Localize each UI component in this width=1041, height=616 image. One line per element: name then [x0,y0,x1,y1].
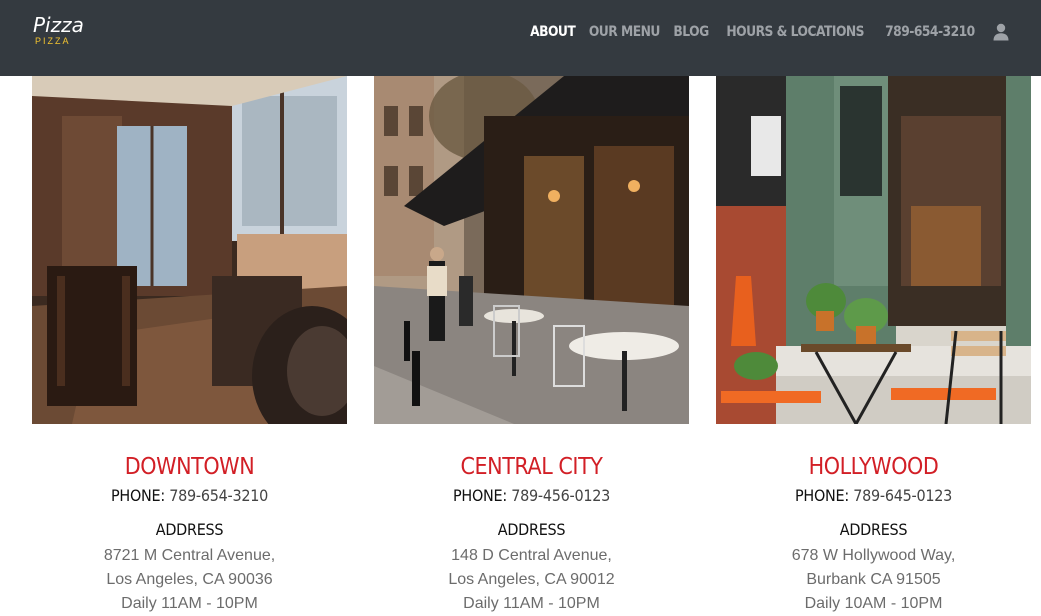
location-card-hollywood: HOLLYWOOD PHONE: 789-645-0123 ADDRESS 67… [716,76,1031,616]
phone-label: PHONE: [794,486,849,505]
location-name: CENTRAL CITY [460,454,603,480]
nav-about[interactable]: ABOUT [530,24,576,40]
location-name: HOLLYWOOD [808,454,939,480]
site-header: Pizza PIZZA ABOUT OUR MENU BLOG HOURS & … [0,0,1041,76]
downtown-cafe-photo [32,76,347,424]
location-name: DOWNTOWN [124,454,255,480]
location-card-downtown: DOWNTOWN PHONE: 789-654-3210 ADDRESS 872… [32,76,347,616]
opening-hours: Daily 10AM - 10PM [804,595,943,612]
main-nav: ABOUT OUR MENU BLOG HOURS & LOCATIONS 78… [521,21,1009,43]
address-line-2: Burbank CA 91505 [806,571,941,588]
opening-hours: Daily 11AM - 10PM [463,595,600,612]
opening-hours: Daily 11AM - 10PM [121,595,258,612]
location-phone: PHONE: 789-645-0123 [732,486,1016,506]
locations-section: DOWNTOWN PHONE: 789-654-3210 ADDRESS 872… [0,76,1041,616]
nav-phone[interactable]: 789-654-3210 [885,24,975,40]
logo-wordmark: Pizza [33,13,84,37]
address-line-2: Los Angeles, CA 90036 [106,571,273,588]
logo-subtitle: PIZZA [35,36,71,46]
site-logo[interactable]: Pizza PIZZA [33,14,84,46]
user-icon[interactable] [993,23,1009,41]
location-phone: PHONE: 789-654-3210 [48,486,332,506]
nav-blog[interactable]: BLOG [673,24,709,40]
nav-our-menu[interactable]: OUR MENU [589,24,661,40]
location-phone: PHONE: 789-456-0123 [390,486,674,506]
address-heading: ADDRESS [497,520,566,539]
address-line-1: 8721 M Central Avenue, [103,547,276,564]
hollywood-cafe-photo [716,76,1031,424]
location-card-central-city: CENTRAL CITY PHONE: 789-456-0123 ADDRESS… [374,76,689,616]
address-heading: ADDRESS [155,520,224,539]
phone-number[interactable]: 789-654-3210 [169,486,268,505]
phone-label: PHONE: [452,486,507,505]
nav-hours-locations[interactable]: HOURS & LOCATIONS [726,24,864,40]
address-line-2: Los Angeles, CA 90012 [448,571,615,588]
central-city-cafe-photo [374,76,689,424]
address-line-1: 678 W Hollywood Way, [791,547,956,564]
address-line-1: 148 D Central Avenue, [451,547,612,564]
phone-label: PHONE: [110,486,165,505]
phone-number[interactable]: 789-645-0123 [853,486,952,505]
phone-number[interactable]: 789-456-0123 [511,486,610,505]
address-heading: ADDRESS [839,520,908,539]
